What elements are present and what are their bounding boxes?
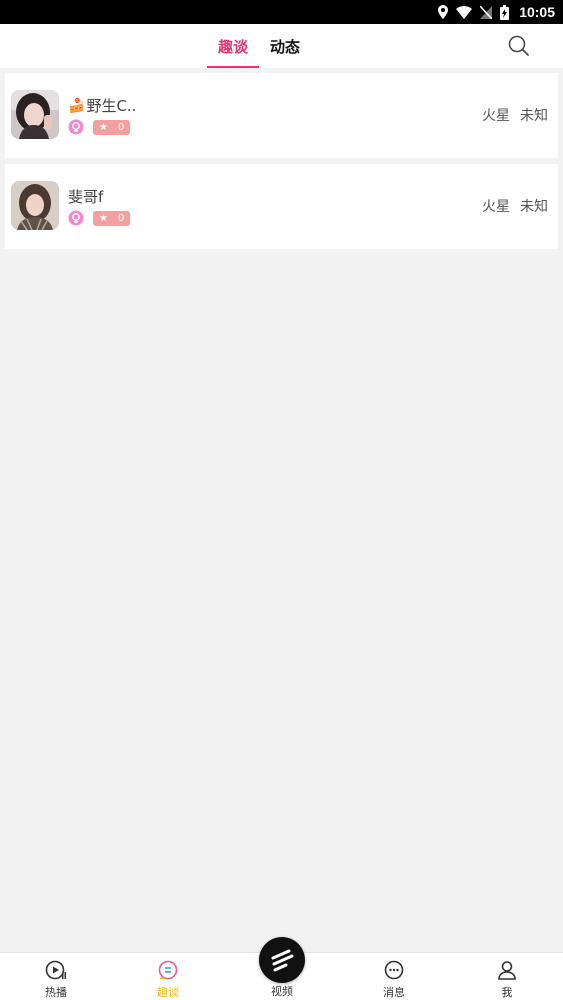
nav-hot[interactable]: 热播 [0, 953, 112, 1000]
wifi-icon [456, 5, 473, 19]
user-card[interactable]: 斐哥f ★ 0 火星 未知 [5, 164, 558, 249]
status-bar: 10:05 [0, 0, 563, 24]
battery-charging-icon [500, 4, 510, 20]
level-value: 0 [117, 212, 125, 224]
tab-label: 动态 [269, 37, 300, 56]
user-name: 斐哥f [68, 188, 104, 206]
tab-dynamic[interactable]: 动态 [262, 24, 308, 68]
nav-message[interactable]: 消息 [338, 953, 450, 1000]
play-icon [45, 960, 66, 980]
search-icon [508, 35, 529, 56]
nav-chat[interactable]: 趣谈 [112, 953, 224, 1000]
female-icon [68, 210, 84, 226]
no-signal-icon [480, 5, 493, 19]
nav-label: 视频 [271, 985, 293, 998]
status-time: 10:05 [519, 4, 555, 20]
location-icon [438, 5, 449, 19]
cake-icon: 🍰 [68, 97, 86, 114]
chat-icon [158, 960, 178, 980]
tab-quтан[interactable]: 趣谈 [207, 24, 259, 68]
level-value: 0 [117, 121, 125, 133]
location-text: 火星 [482, 108, 510, 124]
level-badge: ★ 0 [93, 210, 131, 226]
video-button[interactable] [259, 937, 305, 983]
level-badge: ★ 0 [93, 119, 131, 135]
female-icon [68, 119, 84, 135]
top-header: 趣谈 动态 [0, 24, 563, 68]
tab-label: 趣谈 [217, 37, 248, 56]
status-text: 未知 [520, 199, 548, 215]
nav-label: 消息 [383, 986, 405, 999]
nav-me[interactable]: 我 [451, 953, 563, 1000]
star-icon: ★ [99, 121, 108, 133]
nav-label: 趣谈 [157, 986, 179, 999]
avatar[interactable] [11, 181, 59, 230]
nav-label: 热播 [45, 986, 67, 999]
star-icon: ★ [99, 212, 108, 224]
nav-label: 我 [501, 986, 513, 999]
profile-icon [498, 961, 516, 980]
status-text: 未知 [520, 108, 548, 124]
video-icon [271, 949, 294, 972]
search-button[interactable] [507, 34, 531, 58]
location-text: 火星 [482, 199, 510, 215]
user-card[interactable]: 🍰 野生C.. ★ 0 火星 未知 [5, 73, 558, 158]
user-list: 🍰 野生C.. ★ 0 火星 未知 斐哥f ★ 0 火星 未知 [5, 73, 558, 255]
message-icon [384, 960, 404, 980]
user-name: 野生C.. [86, 97, 137, 115]
avatar[interactable] [11, 90, 59, 139]
